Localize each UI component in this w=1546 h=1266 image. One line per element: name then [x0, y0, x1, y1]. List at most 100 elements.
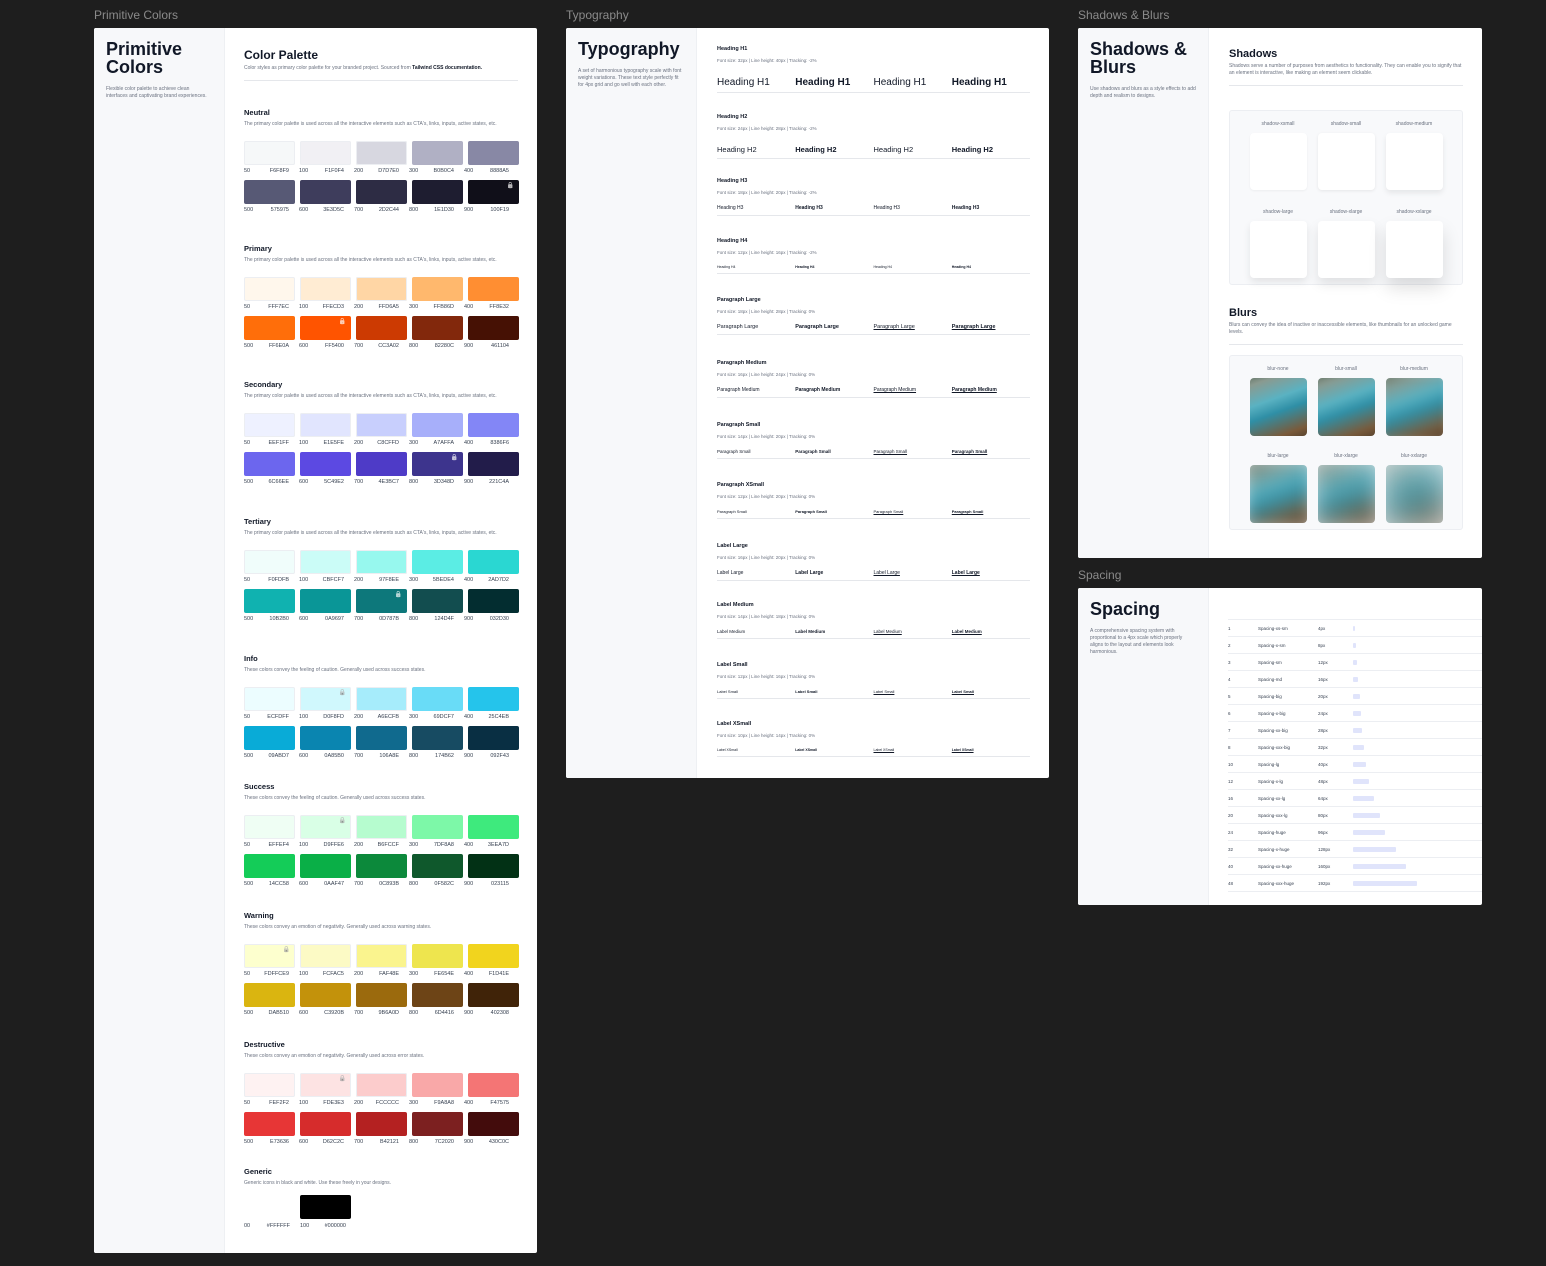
color-swatch[interactable]: [244, 726, 295, 750]
color-swatch[interactable]: [300, 944, 351, 968]
color-swatch[interactable]: [356, 944, 407, 968]
color-swatch[interactable]: [412, 413, 463, 437]
color-swatch[interactable]: [412, 726, 463, 750]
color-swatch[interactable]: [412, 141, 463, 165]
color-swatch[interactable]: [244, 316, 295, 340]
color-swatch[interactable]: [468, 1112, 519, 1136]
color-swatch[interactable]: [356, 180, 407, 204]
color-swatch[interactable]: [244, 589, 295, 613]
color-swatch[interactable]: [300, 1112, 351, 1136]
color-swatch[interactable]: [412, 815, 463, 839]
color-swatch[interactable]: [412, 277, 463, 301]
shadow-box[interactable]: [1385, 220, 1443, 278]
color-swatch[interactable]: [412, 687, 463, 711]
blur-thumbnail[interactable]: [1249, 464, 1307, 523]
color-swatch[interactable]: [244, 141, 295, 165]
shadow-box[interactable]: [1249, 220, 1307, 278]
color-swatch[interactable]: [356, 316, 407, 340]
shadow-box[interactable]: [1385, 133, 1443, 190]
shadow-box[interactable]: [1317, 220, 1375, 278]
color-swatch[interactable]: [244, 413, 295, 437]
color-swatch[interactable]: [300, 452, 351, 476]
color-swatch[interactable]: [468, 589, 519, 613]
color-swatch[interactable]: [468, 277, 519, 301]
color-swatch[interactable]: [300, 550, 351, 574]
tailwind-link[interactable]: Tailwind CSS documentation.: [412, 65, 482, 71]
color-swatch[interactable]: [468, 687, 519, 711]
color-swatch[interactable]: [244, 854, 295, 878]
color-swatch[interactable]: [468, 413, 519, 437]
color-swatch[interactable]: 🔒: [300, 1073, 351, 1097]
swatch-white[interactable]: [244, 1195, 295, 1219]
color-swatch[interactable]: [412, 1112, 463, 1136]
color-swatch[interactable]: [244, 687, 295, 711]
color-swatch[interactable]: [356, 726, 407, 750]
color-swatch[interactable]: [244, 983, 295, 1007]
color-swatch[interactable]: [244, 815, 295, 839]
color-swatch[interactable]: [412, 316, 463, 340]
color-swatch[interactable]: [468, 726, 519, 750]
frame-label-typography[interactable]: Typography: [566, 8, 629, 22]
color-swatch[interactable]: [300, 983, 351, 1007]
color-swatch[interactable]: [356, 854, 407, 878]
color-swatch[interactable]: [300, 277, 351, 301]
colors-frame[interactable]: Primitive Colors Flexible color palette …: [94, 28, 537, 1253]
color-swatch[interactable]: [468, 141, 519, 165]
color-swatch[interactable]: [412, 854, 463, 878]
color-swatch[interactable]: [468, 815, 519, 839]
color-swatch[interactable]: [300, 726, 351, 750]
color-swatch[interactable]: 🔒: [468, 180, 519, 204]
swatch-black[interactable]: [300, 1195, 351, 1219]
spacing-frame[interactable]: Spacing A comprehensive spacing system w…: [1078, 588, 1482, 905]
frame-label-colors[interactable]: Primitive Colors: [94, 8, 178, 22]
color-swatch[interactable]: [356, 983, 407, 1007]
color-swatch[interactable]: 🔒: [300, 687, 351, 711]
blur-thumbnail[interactable]: [1317, 378, 1375, 436]
color-swatch[interactable]: 🔒: [356, 589, 407, 613]
blur-thumbnail[interactable]: [1317, 464, 1375, 523]
color-swatch[interactable]: [300, 180, 351, 204]
color-swatch[interactable]: [244, 180, 295, 204]
color-swatch[interactable]: [356, 1112, 407, 1136]
blur-thumbnail[interactable]: [1385, 464, 1443, 523]
shadows-frame[interactable]: Shadows & Blurs Use shadows and blurs as…: [1078, 28, 1482, 558]
color-swatch[interactable]: [468, 452, 519, 476]
color-swatch[interactable]: [412, 589, 463, 613]
blur-thumbnail[interactable]: [1385, 378, 1443, 436]
color-swatch[interactable]: [244, 452, 295, 476]
color-swatch[interactable]: [356, 1073, 407, 1097]
color-swatch[interactable]: [356, 141, 407, 165]
frame-label-spacing[interactable]: Spacing: [1078, 568, 1121, 582]
color-swatch[interactable]: [412, 983, 463, 1007]
color-swatch[interactable]: [300, 141, 351, 165]
color-swatch[interactable]: [468, 854, 519, 878]
color-swatch[interactable]: [412, 1073, 463, 1097]
color-swatch[interactable]: [468, 944, 519, 968]
color-swatch[interactable]: [356, 815, 407, 839]
shadow-box[interactable]: [1249, 133, 1307, 190]
color-swatch[interactable]: 🔒: [412, 452, 463, 476]
color-swatch[interactable]: [356, 687, 407, 711]
color-swatch[interactable]: [356, 413, 407, 437]
color-swatch[interactable]: 🔒: [300, 316, 351, 340]
color-swatch[interactable]: [300, 854, 351, 878]
color-swatch[interactable]: [468, 1073, 519, 1097]
blur-thumbnail[interactable]: [1249, 378, 1307, 436]
color-swatch[interactable]: [468, 983, 519, 1007]
color-swatch[interactable]: [300, 413, 351, 437]
color-swatch[interactable]: [244, 550, 295, 574]
color-swatch[interactable]: [468, 316, 519, 340]
color-swatch[interactable]: [244, 1073, 295, 1097]
shadow-box[interactable]: [1317, 133, 1375, 190]
color-swatch[interactable]: [244, 1112, 295, 1136]
typography-frame[interactable]: Typography A set of harmonious typograph…: [566, 28, 1049, 778]
color-swatch[interactable]: [468, 550, 519, 574]
color-swatch[interactable]: [244, 277, 295, 301]
frame-label-shadows[interactable]: Shadows & Blurs: [1078, 8, 1169, 22]
color-swatch[interactable]: [356, 550, 407, 574]
color-swatch[interactable]: [356, 277, 407, 301]
color-swatch[interactable]: [412, 550, 463, 574]
color-swatch[interactable]: [412, 180, 463, 204]
color-swatch[interactable]: [412, 944, 463, 968]
color-swatch[interactable]: 🔒: [300, 815, 351, 839]
